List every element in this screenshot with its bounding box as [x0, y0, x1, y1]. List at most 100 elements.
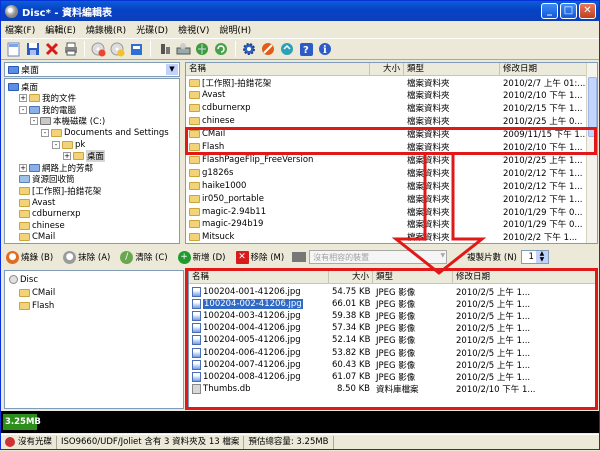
close-button[interactable]: ✕: [579, 3, 596, 19]
menu-file[interactable]: 檔案(F): [5, 23, 35, 36]
print-icon[interactable]: [62, 41, 79, 58]
vertical-scrollbar[interactable]: [586, 63, 597, 243]
expand-icon[interactable]: +: [19, 163, 27, 172]
table-row[interactable]: cdburnerxp 檔案資料夾 2010/2/15 下午 1...: [186, 103, 588, 114]
table-row[interactable]: CMail 檔案資料夾 2009/11/15 下午 1...: [186, 129, 588, 140]
save-icon[interactable]: [24, 41, 41, 58]
collapse-icon[interactable]: -: [30, 117, 38, 126]
table-row[interactable]: 100204-001-41206.jpg 54.75 KB JPEG 影像 2010/…: [189, 286, 597, 298]
tools-icon[interactable]: [260, 41, 277, 58]
table-row[interactable]: magic-2.94b11 檔案資料夾 2010/1/29 下午 0...: [186, 206, 588, 218]
tree-item[interactable]: [工作照]-拍錯花架: [19, 185, 101, 197]
scroll-thumb[interactable]: [588, 77, 597, 137]
column-header-size[interactable]: 大小: [370, 63, 404, 75]
disc-tree-item[interactable]: CMail: [19, 287, 55, 298]
table-row[interactable]: Flash 檔案資料夾 2010/2/10 下午 1...: [186, 142, 588, 153]
table-row[interactable]: haike1000 檔案資料夾 2010/2/12 下午 1...: [186, 180, 588, 192]
column-header-date[interactable]: 修改日期: [500, 63, 588, 75]
table-row[interactable]: 100204-003-41206.jpg 59.38 KB JPEG 影像 2010/…: [189, 310, 597, 322]
menu-help[interactable]: 說明(H): [219, 23, 251, 36]
tree-item[interactable]: + 網路上的芳鄰: [19, 162, 93, 174]
disc-icon: [9, 275, 18, 284]
burner-icon[interactable]: [175, 41, 192, 58]
drive-icon[interactable]: [156, 41, 173, 58]
collapse-icon[interactable]: -: [41, 128, 49, 137]
table-row[interactable]: 100204-002-41206.jpg 66.01 KB JPEG 影像 2010/…: [189, 298, 597, 310]
tree-item[interactable]: cdburnerxp: [19, 209, 81, 220]
erase-button[interactable]: ● 抹除 (A): [61, 249, 112, 266]
menu-edit[interactable]: 編輯(E): [45, 23, 76, 36]
tree-item[interactable]: - Documents and Settings: [41, 127, 169, 138]
delete-icon[interactable]: [43, 41, 60, 58]
chevron-down-icon[interactable]: ▼: [441, 252, 446, 259]
tree-item[interactable]: chinese: [19, 220, 65, 231]
menu-view[interactable]: 檢視(V): [178, 23, 209, 36]
table-row[interactable]: magic-294b19 檔案資料夾 2010/1/29 下午 0...: [186, 219, 588, 230]
burn-button[interactable]: ● 燒錄 (B): [4, 249, 55, 266]
table-row[interactable]: [工作照]-拍錯花架 檔案資料夾 2010/2/7 上午 01:...: [186, 77, 588, 89]
tree-item[interactable]: 桌面: [8, 81, 38, 93]
tree-item[interactable]: - pk: [52, 139, 85, 150]
table-row[interactable]: Avast 檔案資料夾 2010/2/10 下午 1...: [186, 90, 588, 101]
disc-tree-item[interactable]: Flash: [19, 300, 54, 311]
table-row[interactable]: Mitsuck 檔案資料夾 2010/2/2 下午 1...: [186, 232, 588, 243]
help-icon[interactable]: ?: [298, 41, 315, 58]
expand-icon[interactable]: +: [63, 152, 71, 161]
disc-add-icon[interactable]: [109, 41, 126, 58]
table-row[interactable]: 100204-006-41206.jpg 53.82 KB JPEG 影像 2010/…: [189, 347, 597, 359]
table-row[interactable]: 100204-005-41206.jpg 52.14 KB JPEG 影像 2010/…: [189, 335, 597, 346]
globe-icon[interactable]: [194, 41, 211, 58]
table-row[interactable]: 100204-004-41206.jpg 57.34 KB JPEG 影像 2010/…: [189, 323, 597, 334]
tree-item[interactable]: + 我的文件: [19, 93, 76, 104]
copies-stepper[interactable]: 1 ▲ ▼: [520, 250, 549, 264]
tree-item[interactable]: - 本機磁碟 (C:): [30, 116, 105, 127]
disc-info-icon[interactable]: [128, 41, 145, 58]
device-select[interactable]: 沒有相容的裝置 ▼: [309, 250, 448, 264]
new-icon[interactable]: [5, 41, 22, 58]
settings-gear-icon[interactable]: [241, 41, 258, 58]
remove-button[interactable]: ✕ 移除 (M): [234, 249, 287, 266]
column-header-size[interactable]: 大小: [329, 271, 373, 283]
disc-tree-item[interactable]: Disc: [9, 274, 38, 285]
tree-item[interactable]: - 我的電腦: [19, 104, 76, 116]
expand-icon[interactable]: +: [19, 94, 27, 103]
column-header-type[interactable]: 類型: [373, 271, 453, 283]
table-row[interactable]: g1826s 檔案資料夾 2010/2/12 下午 1...: [186, 167, 588, 179]
tree-item[interactable]: Avast: [19, 197, 55, 208]
table-row[interactable]: FlashPageFlip_FreeVersion 檔案資料夾 2010/2/25 …: [186, 154, 588, 166]
wizard-icon[interactable]: [279, 41, 296, 58]
table-row[interactable]: Thumbs.db 8.50 KB 資料庫檔案 2010/2/10 下午 1...: [189, 384, 597, 395]
add-button[interactable]: + 新增 (D): [176, 249, 228, 266]
column-header-type[interactable]: 類型: [404, 63, 500, 75]
folder-icon: [19, 186, 30, 195]
tree-item[interactable]: CMail: [19, 232, 55, 243]
info-icon[interactable]: i: [317, 41, 334, 58]
table-row[interactable]: 100204-008-41206.jpg 61.07 KB JPEG 影像 2010/…: [189, 371, 597, 383]
folder-icon: [189, 181, 200, 190]
stepper-arrows-icon[interactable]: ▲ ▼: [535, 251, 548, 263]
tree-item[interactable]: + 桌面: [63, 150, 106, 163]
collapse-icon[interactable]: -: [52, 140, 60, 149]
file-date: 2010/2/5 上午 1...: [456, 324, 531, 335]
title-bar[interactable]: Disc* - 資料編輯表 _ □ ✕: [1, 1, 599, 21]
broom-icon: /: [120, 250, 134, 264]
table-row[interactable]: chinese 檔案資料夾 2010/2/25 上午 0...: [186, 116, 588, 127]
folder-address-select[interactable]: 桌面 ▼: [4, 62, 180, 77]
table-row[interactable]: ir050_portable 檔案資料夾 2010/2/12 下午 1...: [186, 193, 588, 205]
minimize-button[interactable]: _: [541, 3, 558, 19]
file-date: 2010/2/10 下午 1...: [503, 91, 583, 102]
menu-disc[interactable]: 光碟(D): [136, 23, 168, 36]
folder-icon: [19, 301, 30, 310]
chevron-down-icon[interactable]: ▼: [166, 64, 178, 75]
column-header-name[interactable]: 名稱: [186, 63, 370, 75]
refresh-icon[interactable]: [213, 41, 230, 58]
clean-button[interactable]: / 清除 (C): [118, 249, 169, 266]
maximize-button[interactable]: □: [560, 3, 577, 19]
menu-recorder[interactable]: 燒錄機(R): [86, 23, 126, 36]
collapse-icon[interactable]: -: [19, 105, 27, 114]
tree-item[interactable]: 資源回收筒: [19, 174, 75, 185]
table-row[interactable]: 100204-007-41206.jpg 60.43 KB JPEG 影像 2010/…: [189, 359, 597, 371]
column-header-name[interactable]: 名稱: [189, 271, 329, 283]
disc-delete-icon[interactable]: [90, 41, 107, 58]
column-header-date[interactable]: 修改日期: [453, 271, 597, 283]
